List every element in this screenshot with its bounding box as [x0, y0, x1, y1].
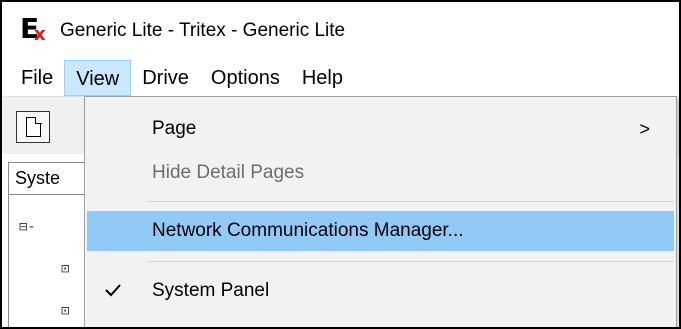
menu-item-page[interactable]: Page > [87, 109, 674, 149]
menu-item-network-communications-manager[interactable]: Network Communications Manager... [87, 211, 674, 251]
app-logo-icon[interactable]: E x [20, 14, 50, 46]
tree-expand-icon[interactable]: ⊡ [61, 303, 69, 319]
menu-view[interactable]: View [64, 60, 132, 96]
menu-item-system-panel[interactable]: System Panel [87, 271, 674, 311]
menu-separator [147, 201, 674, 202]
submenu-arrow-icon: > [639, 118, 650, 139]
new-page-button[interactable] [16, 111, 50, 143]
menu-file[interactable]: File [10, 60, 64, 96]
tree-collapse-icon[interactable]: ⊟- [19, 219, 36, 235]
application-window: E x Generic Lite - Tritex - Generic Lite… [0, 0, 681, 329]
view-menu-dropdown: Page > Hide Detail Pages Network Communi… [84, 96, 677, 327]
menu-drive[interactable]: Drive [131, 60, 200, 96]
menu-help[interactable]: Help [291, 60, 354, 96]
window-title: Generic Lite - Tritex - Generic Lite [60, 20, 346, 41]
menu-item-hide-detail-pages: Hide Detail Pages [87, 153, 674, 193]
menu-options[interactable]: Options [200, 60, 291, 96]
menu-item-label: System Panel [152, 280, 270, 301]
tree-expand-icon[interactable]: ⊡ [61, 261, 69, 277]
menu-separator [147, 261, 674, 262]
menu-item-label: Page [152, 118, 197, 139]
title-bar[interactable]: E x Generic Lite - Tritex - Generic Lite [2, 2, 679, 60]
menu-item-label: Hide Detail Pages [152, 162, 305, 183]
checkmark-icon [105, 284, 121, 297]
menu-bar: File View Drive Options Help [2, 60, 679, 96]
menu-item-label: Network Communications Manager... [152, 220, 464, 241]
new-page-icon [26, 116, 42, 137]
